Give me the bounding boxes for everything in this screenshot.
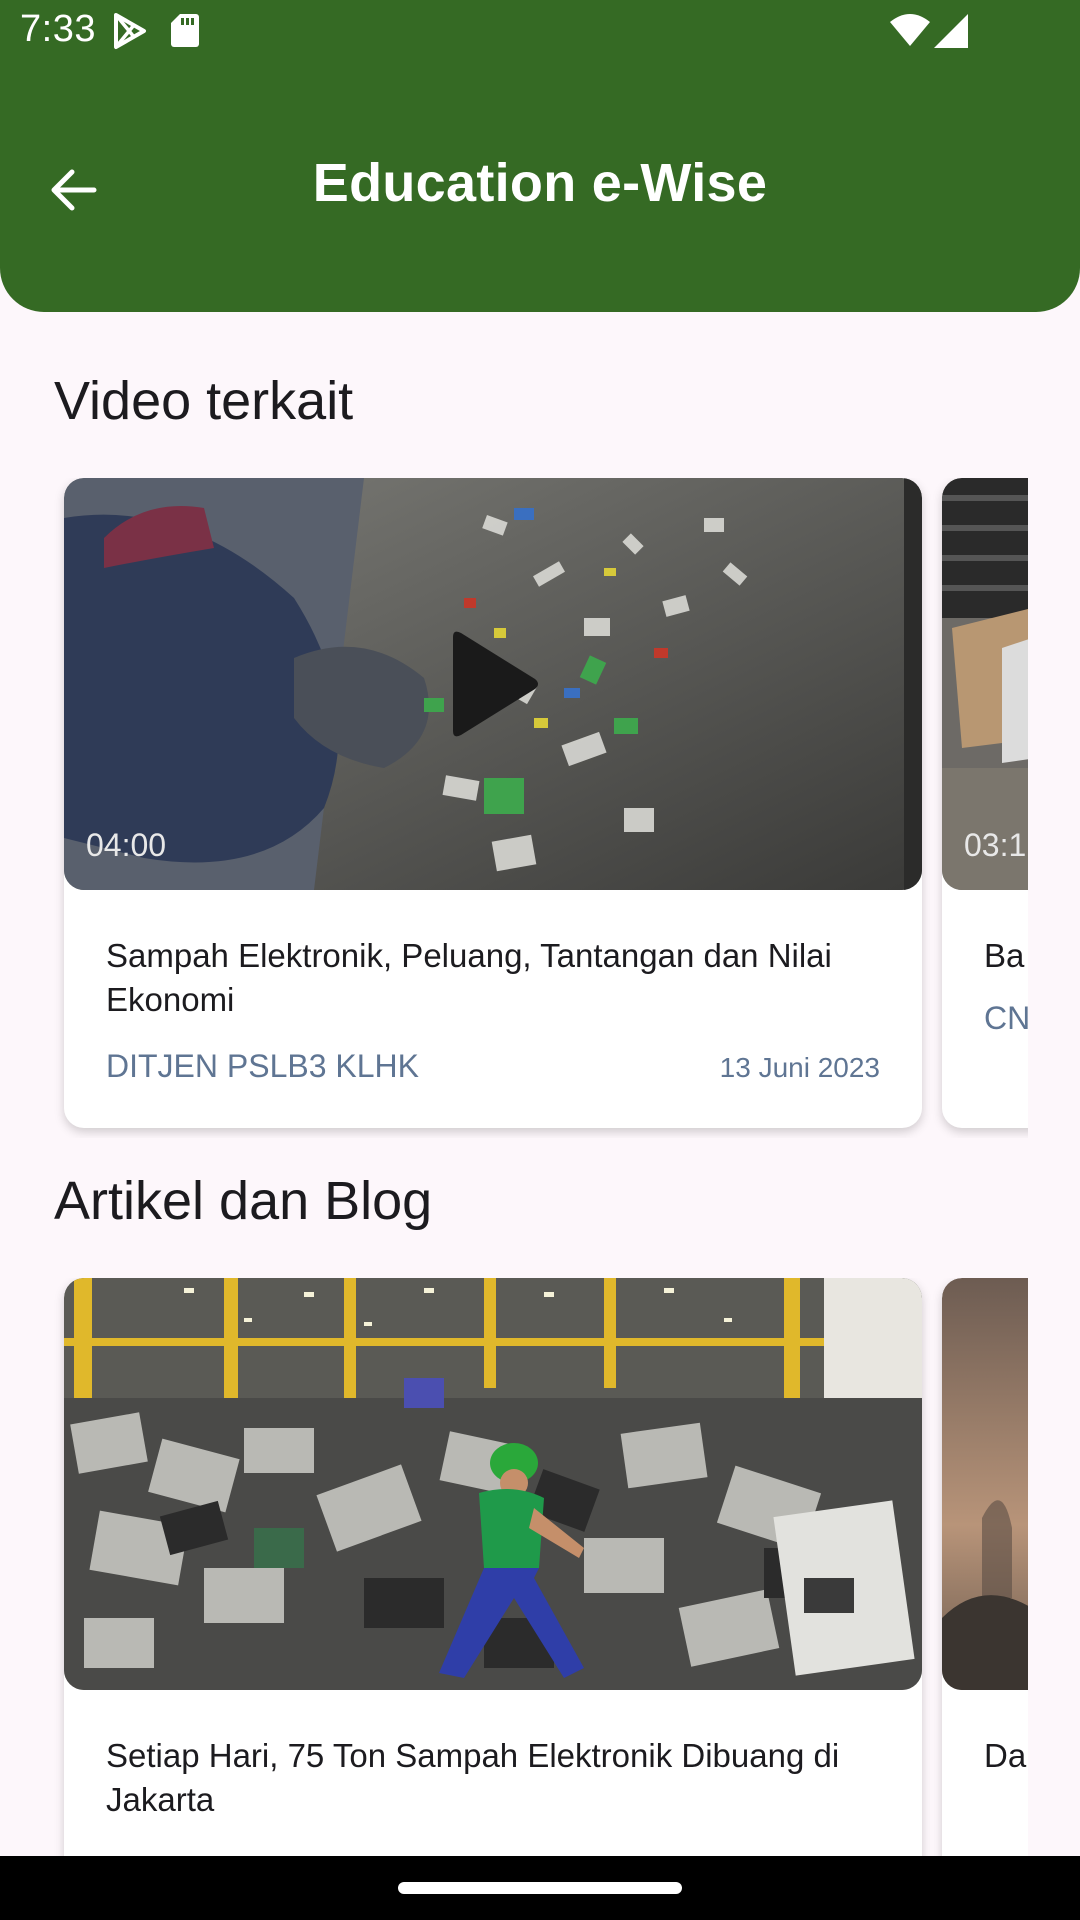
video-duration: 04:00	[86, 827, 167, 863]
wifi-icon	[890, 14, 930, 46]
system-navigation-bar	[0, 1856, 1080, 1920]
status-bar: 7:33	[0, 0, 1080, 62]
app-header: 7:33 Education e-Wise	[0, 0, 1080, 312]
article-thumbnail-image	[942, 1278, 1028, 1690]
video-carousel[interactable]: 04:00 Sampah Elektronik, Peluang, Tantan…	[0, 478, 1028, 1138]
article-card[interactable]: Setiap Hari, 75 Ton Sampah Elektronik Di…	[64, 1278, 922, 1856]
article-title: Da Wo	[984, 1737, 1028, 1774]
article-card[interactable]: Da Wo	[942, 1278, 1028, 1856]
video-card[interactable]: 03:1 Ba CN	[942, 478, 1028, 1128]
video-thumbnail[interactable]: 04:00	[64, 478, 922, 890]
video-source: DITJEN PSLB3 KLHK	[106, 1048, 419, 1084]
sd-card-icon	[171, 14, 199, 47]
video-duration: 03:1	[964, 827, 1027, 863]
video-title: Ba	[984, 937, 1025, 974]
section-title-videos: Video terkait	[54, 371, 354, 431]
video-thumbnail[interactable]: 03:1	[942, 478, 1028, 890]
video-date: 13 Juni 2023	[719, 1052, 880, 1083]
play-icon[interactable]	[443, 629, 543, 739]
video-title: Sampah Elektronik, Peluang, Tantangan da…	[106, 937, 832, 1018]
article-thumbnail[interactable]	[942, 1278, 1028, 1690]
signal-icon	[934, 14, 968, 48]
article-carousel[interactable]: Setiap Hari, 75 Ton Sampah Elektronik Di…	[0, 1278, 1028, 1856]
video-source: CN	[984, 1000, 1028, 1036]
section-title-articles: Artikel dan Blog	[54, 1171, 433, 1231]
play-store-icon	[114, 13, 146, 49]
page-title: Education e-Wise	[312, 153, 768, 213]
status-time: 7:33	[20, 8, 96, 50]
video-card[interactable]: 04:00 Sampah Elektronik, Peluang, Tantan…	[64, 478, 922, 1128]
article-thumbnail-image	[64, 1278, 922, 1690]
home-gesture-handle[interactable]	[398, 1882, 682, 1894]
article-title: Setiap Hari, 75 Ton Sampah Elektronik Di…	[106, 1737, 840, 1818]
article-thumbnail[interactable]	[64, 1278, 922, 1690]
